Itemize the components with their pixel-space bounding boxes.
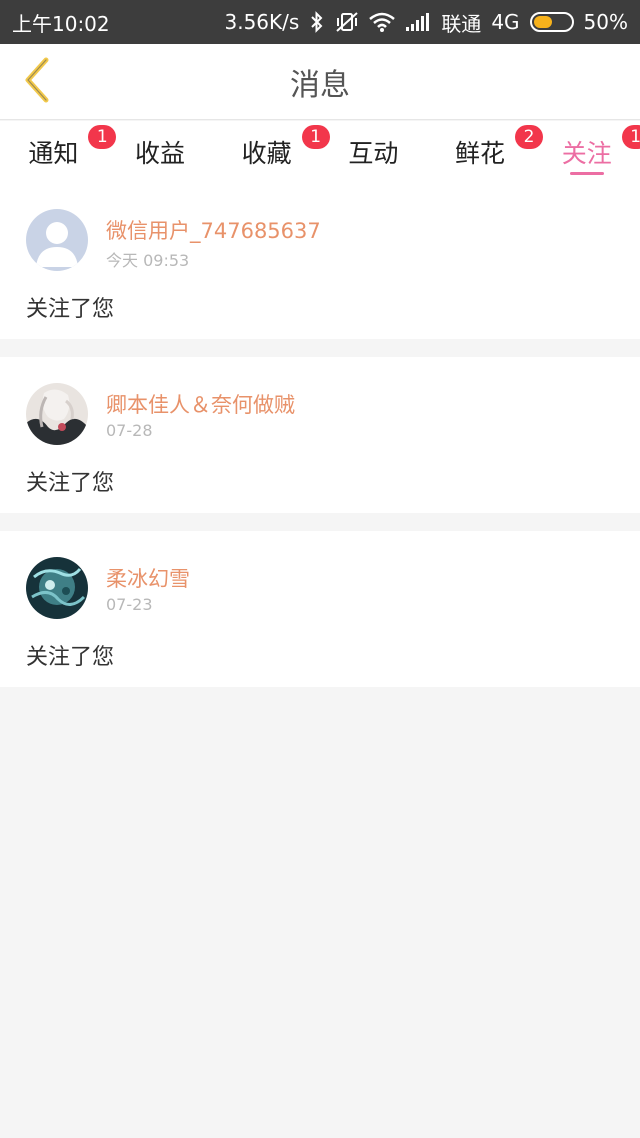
wifi-icon (369, 12, 396, 32)
header: 消息 (0, 44, 640, 120)
notification-text: 关注了您 (26, 645, 115, 670)
tab-bar: 通知 1 收益 收藏 1 互动 鲜花 2 关注 1 (0, 121, 640, 183)
tab-label: 收藏 (241, 139, 292, 168)
list-item[interactable]: 卿本佳人＆奈何做贼 07-28 关注了您 (0, 357, 640, 513)
tab-badge: 1 (621, 125, 640, 149)
notification-time: 今天 09:53 (106, 251, 190, 270)
network-type: 4G (491, 10, 520, 34)
tab-label: 通知 (28, 139, 79, 168)
tab-label: 互动 (348, 139, 399, 168)
bluetooth-icon (309, 11, 325, 33)
user-avatar[interactable] (26, 557, 88, 619)
back-button[interactable] (12, 56, 62, 108)
tab-earnings[interactable]: 收益 (107, 121, 214, 183)
tab-notice[interactable]: 通知 1 (0, 121, 117, 183)
tab-follow[interactable]: 关注 1 (533, 121, 640, 183)
default-avatar-icon[interactable] (26, 209, 88, 271)
active-tab-indicator (569, 172, 604, 175)
user-name[interactable]: 卿本佳人＆奈何做贼 (106, 389, 295, 419)
user-name[interactable]: 微信用户_747685637 (106, 215, 321, 245)
net-speed: 3.56K/s (224, 10, 300, 34)
status-time: 上午10:02 (12, 11, 110, 36)
user-avatar[interactable] (26, 383, 88, 445)
notification-text: 关注了您 (26, 297, 115, 322)
notification-time: 07-28 (106, 421, 153, 440)
signal-icon (405, 12, 431, 32)
tab-label: 收益 (135, 139, 186, 168)
tab-label: 鲜花 (455, 139, 506, 168)
status-bar: 上午10:02 3.56K/s 联通 4G 50% (0, 0, 640, 44)
chevron-left-icon (20, 56, 54, 108)
battery-icon (529, 12, 574, 32)
list-item[interactable]: 微信用户_747685637 今天 09:53 关注了您 (0, 183, 640, 339)
mute-vibrate-icon (335, 11, 359, 33)
list-item[interactable]: 柔冰幻雪 07-23 关注了您 (0, 531, 640, 687)
notification-text: 关注了您 (26, 471, 115, 496)
carrier: 联通 (441, 11, 482, 36)
battery-text: 50% (583, 10, 628, 34)
tab-flowers[interactable]: 鲜花 2 (427, 121, 544, 183)
notification-time: 07-23 (106, 595, 153, 614)
battery-fill (533, 16, 552, 28)
notification-list: 微信用户_747685637 今天 09:53 关注了您 卿本佳人＆奈何做贼 0… (0, 183, 640, 705)
tab-favorites[interactable]: 收藏 1 (213, 121, 330, 183)
tab-interaction[interactable]: 互动 (320, 121, 427, 183)
tab-label: 关注 (561, 139, 612, 168)
user-name[interactable]: 柔冰幻雪 (106, 563, 190, 593)
page-title: 消息 (290, 68, 350, 103)
